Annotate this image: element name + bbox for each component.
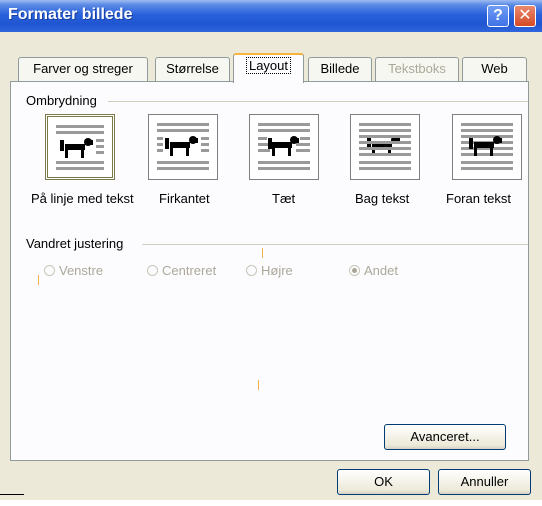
wrap-label-tight[interactable]: Tæt [272,191,295,206]
wrap-label-inline[interactable]: På linje med tekst [31,191,134,206]
radio-left: Venstre [44,263,103,278]
tab-layout[interactable]: Layout [233,53,304,83]
wrap-tight-icon [258,123,310,170]
radio-circle [147,265,158,276]
background-line [0,494,24,495]
radio-circle [246,265,257,276]
tab-colors-and-lines[interactable]: Farver og streger [18,57,148,81]
wrap-option-tight[interactable] [249,114,319,180]
wrap-behind-icon [359,123,411,170]
radio-right: Højre [246,263,293,278]
stray-mark [38,275,39,285]
alignment-group-label: Vandret justering [26,236,128,251]
wrap-inline-icon [56,125,104,170]
wrapping-group-label: Ombrydning [26,93,101,108]
stray-mark [262,248,263,258]
wrap-option-in-front-of-text[interactable] [452,114,522,180]
close-button[interactable]: ✕ [514,5,536,27]
tab-picture[interactable]: Billede [308,57,372,81]
stray-mark [258,380,259,390]
wrap-front-icon [461,123,513,170]
radio-circle [349,265,360,276]
help-icon: ? [493,7,503,24]
advanced-button[interactable]: Avanceret... [384,424,506,450]
tab-label: Tekstboks [388,61,446,76]
wrapping-group-divider [108,101,528,102]
wrap-option-behind-text[interactable] [350,114,420,180]
wrap-square-icon [157,123,209,170]
radio-label: Andet [364,263,398,278]
tab-label: Billede [320,61,360,76]
tab-text-box: Tekstboks [375,57,459,81]
format-picture-dialog: Formater billede ? ✕ Farver og streger S… [0,0,542,500]
radio-centered: Centreret [147,263,216,278]
radio-label: Højre [261,263,293,278]
tab-label: Web [481,61,508,76]
tab-web[interactable]: Web [462,57,527,81]
window-title: Formater billede [8,6,133,23]
ok-button[interactable]: OK [337,469,430,495]
close-icon: ✕ [518,7,532,24]
radio-circle [44,265,55,276]
tab-label: Størrelse [166,61,219,76]
wrap-label-in-front-of-text[interactable]: Foran tekst [446,191,511,206]
tab-size[interactable]: Størrelse [155,57,230,81]
wrap-label-square[interactable]: Firkantet [159,191,210,206]
wrap-option-inline[interactable] [45,114,115,180]
radio-label: Venstre [59,263,104,278]
tab-label: Farver og streger [33,61,133,76]
alignment-group-divider [142,244,528,245]
help-button[interactable]: ? [487,5,509,27]
wrap-label-behind-text[interactable]: Bag tekst [355,191,409,206]
cancel-button[interactable]: Annuller [438,469,531,495]
wrap-option-square[interactable] [148,114,218,180]
radio-other: Andet [349,263,398,278]
radio-label: Centreret [162,263,217,278]
title-bar[interactable]: Formater billede ? ✕ [0,0,542,32]
tab-label: Layout [245,57,292,74]
